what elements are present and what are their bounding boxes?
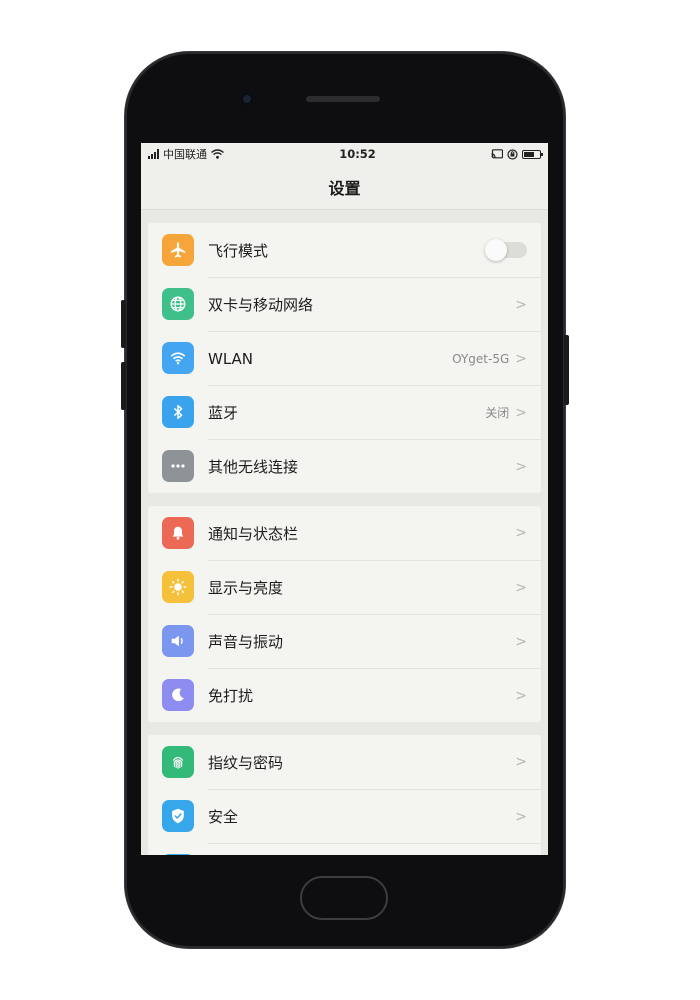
settings-item-label: 安全 — [208, 808, 239, 826]
settings-item-dual-sim[interactable]: 双卡与移动网络 > — [148, 277, 541, 331]
settings-item-fingerprint[interactable]: 指纹与密码 > — [148, 735, 541, 789]
moon-icon — [162, 679, 194, 711]
settings-item-label: 蓝牙 — [208, 404, 239, 422]
rotation-lock-icon — [507, 148, 518, 160]
status-time: 10:52 — [339, 147, 376, 161]
chevron-right-icon: > — [515, 458, 527, 475]
bell-icon — [162, 517, 194, 549]
chevron-right-icon: > — [515, 525, 527, 541]
chevron-right-icon: > — [515, 687, 527, 704]
chevron-right-icon: > — [515, 808, 527, 825]
settings-item-label: 通知与状态栏 — [208, 524, 299, 543]
shield-icon — [162, 800, 194, 832]
settings-item-display[interactable]: 显示与亮度 > — [148, 560, 541, 614]
settings-item-label: 飞行模式 — [208, 241, 269, 260]
globe-icon — [162, 288, 194, 320]
settings-item-airplane-mode[interactable]: 飞行模式 — [148, 223, 541, 277]
volume-down-button — [121, 362, 126, 410]
more-dots-icon — [162, 450, 194, 482]
settings-group-display-sound: 通知与状态栏 > 显示与亮度 > 声音与振动 > 免打扰 > — [148, 506, 541, 722]
volume-up-button — [121, 300, 126, 348]
speaker-icon — [162, 625, 194, 657]
front-camera — [240, 92, 254, 106]
settings-item-partial[interactable] — [148, 843, 541, 855]
settings-item-label: 指纹与密码 — [208, 753, 284, 772]
page-title: 设置 — [141, 165, 548, 210]
settings-item-sound[interactable]: 声音与振动 > — [148, 614, 541, 668]
screen: 中国联通 10:52 设置 飞行模式 双卡与移动网络 > WLAN OYget-… — [141, 143, 548, 855]
settings-item-bluetooth[interactable]: 蓝牙 关闭 > — [148, 385, 541, 439]
settings-item-security[interactable]: 安全 > — [148, 789, 541, 843]
chevron-right-icon: > — [515, 579, 527, 596]
chevron-right-icon: > — [515, 296, 527, 313]
battery-icon — [521, 149, 543, 159]
settings-item-notifications[interactable]: 通知与状态栏 > — [148, 506, 541, 560]
chevron-right-icon: > — [515, 350, 527, 367]
cast-icon — [491, 149, 503, 159]
earpiece-speaker — [306, 96, 380, 102]
app-icon — [162, 854, 194, 855]
settings-item-do-not-disturb[interactable]: 免打扰 > — [148, 668, 541, 722]
wifi-status-icon — [211, 149, 224, 159]
carrier-label: 中国联通 — [163, 148, 207, 161]
wlan-network-value: OYget-5G — [452, 351, 510, 366]
settings-item-label: WLAN — [208, 349, 254, 368]
settings-item-label: 免打扰 — [208, 687, 254, 705]
bluetooth-icon — [162, 396, 194, 428]
settings-item-label: 声音与振动 — [208, 633, 284, 651]
settings-item-label: 显示与亮度 — [208, 579, 284, 597]
status-bar: 中国联通 10:52 — [141, 143, 548, 165]
airplane-mode-toggle[interactable] — [485, 239, 527, 261]
settings-item-wlan[interactable]: WLAN OYget-5G > — [148, 331, 541, 385]
home-button[interactable] — [300, 876, 388, 920]
bluetooth-status-value: 关闭 — [485, 406, 510, 420]
airplane-icon — [162, 234, 194, 266]
sun-icon — [162, 571, 194, 603]
settings-item-label: 双卡与移动网络 — [208, 296, 314, 314]
settings-group-security: 指纹与密码 > 安全 > — [148, 735, 541, 855]
fingerprint-icon — [162, 746, 194, 778]
settings-group-wireless: 飞行模式 双卡与移动网络 > WLAN OYget-5G > 蓝牙 关闭 > 其… — [148, 223, 541, 493]
chevron-right-icon: > — [515, 754, 527, 770]
settings-item-other-wireless[interactable]: 其他无线连接 > — [148, 439, 541, 493]
power-button — [564, 335, 569, 405]
chevron-right-icon: > — [515, 633, 527, 650]
settings-item-label: 其他无线连接 — [208, 458, 299, 476]
chevron-right-icon: > — [515, 404, 527, 421]
wifi-icon — [162, 342, 194, 374]
signal-icon — [148, 149, 159, 159]
